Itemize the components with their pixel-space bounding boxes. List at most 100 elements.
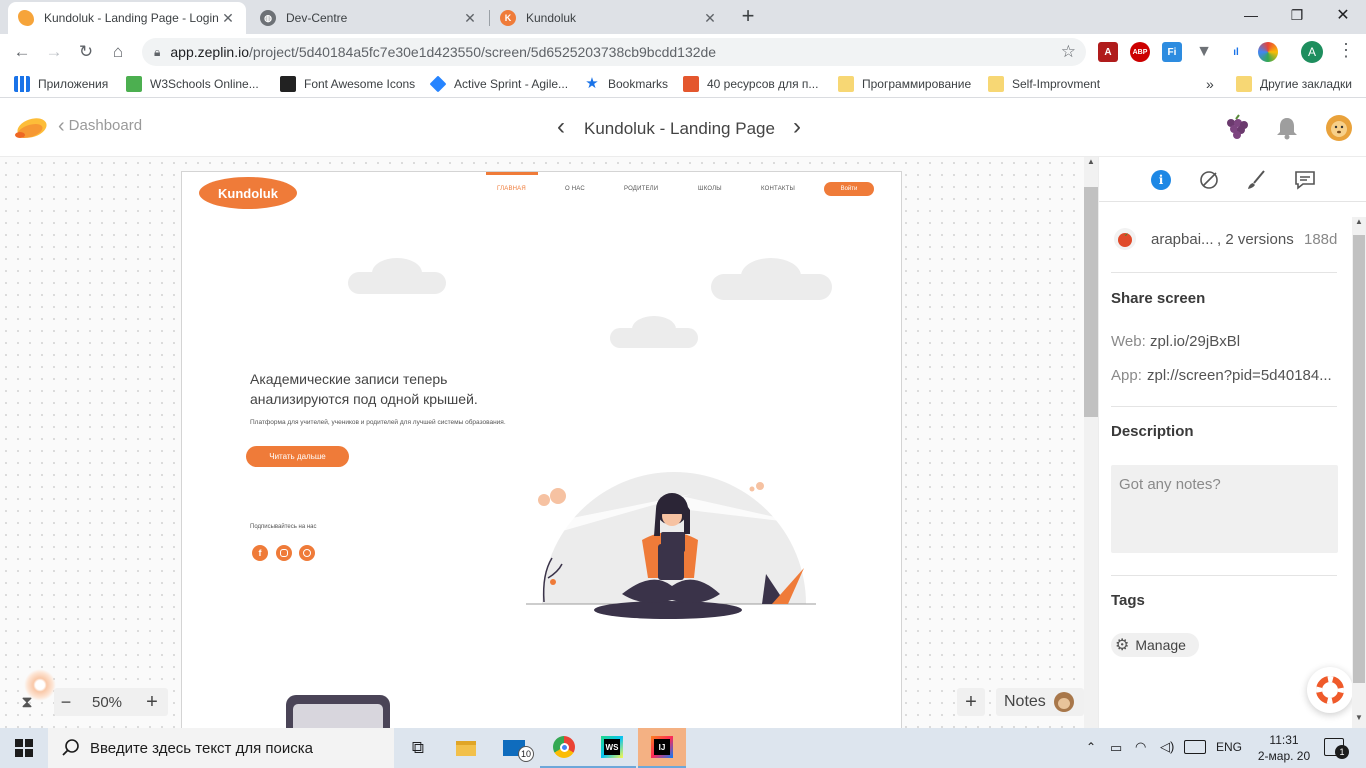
- forward-button[interactable]: →: [42, 40, 66, 64]
- bookmark-star-icon[interactable]: ☆: [1061, 42, 1076, 62]
- mail-icon[interactable]: 10: [490, 728, 538, 768]
- hero-headline-line2: анализируются под одной крышей.: [250, 391, 478, 407]
- instagram-icon[interactable]: [276, 545, 292, 561]
- maximize-button[interactable]: ❐: [1274, 0, 1320, 30]
- new-tab-button[interactable]: +: [736, 3, 760, 28]
- bookmark-40-resources[interactable]: 40 ресурсов для п...: [683, 75, 818, 93]
- scroll-down-icon[interactable]: ▼: [1352, 713, 1366, 723]
- webstorm-icon[interactable]: WS: [588, 728, 636, 768]
- lock-icon: 🔒︎: [154, 44, 161, 59]
- notification-bell-icon[interactable]: [1274, 115, 1300, 141]
- pdf-extension-icon[interactable]: A: [1098, 42, 1118, 62]
- file-explorer-icon[interactable]: [442, 728, 490, 768]
- profile-avatar[interactable]: A: [1301, 41, 1323, 63]
- lion-avatar-icon[interactable]: [1325, 114, 1353, 142]
- read-more-button[interactable]: Читать дальше: [246, 446, 349, 467]
- tray-overflow-icon[interactable]: ⌃: [1086, 740, 1096, 754]
- brush-tab-icon[interactable]: [1245, 169, 1267, 191]
- versions-link[interactable]: , 2 versions: [1217, 231, 1294, 248]
- close-icon[interactable]: ✕: [220, 10, 236, 27]
- help-button[interactable]: [1307, 667, 1353, 713]
- minimize-button[interactable]: —: [1228, 0, 1274, 30]
- action-center-icon[interactable]: 1: [1324, 738, 1349, 759]
- previous-screen-button[interactable]: ‹: [557, 113, 565, 141]
- bookmark-font-awesome[interactable]: Font Awesome Icons: [280, 75, 415, 93]
- tab-kundoluk-landing[interactable]: Kundoluk - Landing Page - Login ✕: [8, 2, 246, 34]
- hourglass-icon[interactable]: ⧗: [12, 688, 42, 718]
- scroll-up-icon[interactable]: ▲: [1352, 217, 1366, 227]
- panel-scrollbar[interactable]: ▲ ▼: [1352, 217, 1366, 728]
- tab-dev-centre[interactable]: ◍ Dev-Centre ✕: [250, 2, 488, 34]
- task-view-icon[interactable]: ⧉: [394, 728, 442, 768]
- back-button[interactable]: ←: [10, 40, 34, 64]
- color-extension-icon[interactable]: [1258, 42, 1278, 62]
- nav-parents[interactable]: РОДИТЕЛИ: [624, 186, 658, 192]
- keyboard-icon[interactable]: [1184, 740, 1206, 754]
- nav-about[interactable]: О НАС: [565, 186, 585, 192]
- fi-extension-icon[interactable]: Fi: [1162, 42, 1182, 62]
- app-link-value[interactable]: zpl://screen?pid=5d40184...: [1147, 367, 1332, 384]
- author-name[interactable]: arapbai...: [1151, 231, 1214, 248]
- intellij-icon[interactable]: IJ: [638, 728, 686, 768]
- monkey-icon: [1053, 692, 1074, 712]
- facebook-icon[interactable]: f: [252, 545, 268, 561]
- window-close-button[interactable]: ✕: [1320, 0, 1366, 30]
- grapes-icon[interactable]: [1222, 113, 1250, 141]
- chart-extension-icon[interactable]: ıl: [1226, 42, 1246, 62]
- scrollbar-thumb[interactable]: [1353, 235, 1365, 683]
- chrome-icon[interactable]: [540, 728, 588, 768]
- tab-title: Dev-Centre: [286, 11, 348, 25]
- login-button[interactable]: Войти: [824, 182, 874, 196]
- reload-button[interactable]: ↻: [74, 40, 98, 64]
- tab-kundoluk[interactable]: K Kundoluk ✕: [490, 2, 728, 34]
- dashboard-back-link[interactable]: ‹ Dashboard: [58, 116, 142, 136]
- scroll-up-icon[interactable]: ▲: [1084, 157, 1098, 166]
- zoom-in-button[interactable]: +: [136, 691, 168, 714]
- home-button[interactable]: ⌂: [106, 40, 130, 64]
- notes-toggle[interactable]: Notes: [996, 688, 1084, 716]
- nav-home[interactable]: ГЛАВНАЯ: [497, 186, 526, 192]
- whatsapp-icon[interactable]: [299, 545, 315, 561]
- address-bar[interactable]: 🔒︎ app.zeplin.io/project/5d40184a5fc7e30…: [142, 38, 1086, 66]
- zeplin-logo-icon[interactable]: [12, 115, 48, 143]
- taskbar-search[interactable]: Введите здесь текст для поиска: [48, 728, 394, 768]
- bookmark-folder-self-improvment[interactable]: Self-Improvment: [988, 75, 1100, 93]
- web-link-value[interactable]: zpl.io/29jBxBl: [1150, 333, 1240, 350]
- manage-tags-button[interactable]: ⚙ Manage: [1111, 633, 1199, 657]
- start-button[interactable]: [0, 728, 48, 768]
- canvas-scrollbar[interactable]: ▲: [1084, 157, 1098, 728]
- next-screen-button[interactable]: ›: [793, 113, 801, 141]
- bookmark-active-sprint[interactable]: Active Sprint - Agile...: [429, 75, 568, 93]
- description-heading: Description: [1111, 423, 1194, 440]
- artboard-landing-page[interactable]: Kundoluk ГЛАВНАЯ О НАС РОДИТЕЛИ ШКОЛЫ КО…: [181, 171, 902, 728]
- description-notes-field[interactable]: Got any notes?: [1111, 465, 1338, 553]
- kundoluk-logo[interactable]: Kundoluk: [199, 177, 297, 209]
- close-icon[interactable]: ✕: [702, 10, 718, 27]
- add-note-button[interactable]: +: [957, 688, 985, 716]
- screen-title: Kundoluk - Landing Page: [584, 119, 775, 138]
- nav-schools[interactable]: ШКОЛЫ: [698, 186, 722, 192]
- adblock-extension-icon[interactable]: ABP: [1130, 42, 1150, 62]
- bookmark-bookmarks[interactable]: ★ Bookmarks: [584, 75, 668, 93]
- battery-icon[interactable]: ▭: [1110, 740, 1122, 756]
- info-tab-icon[interactable]: i: [1151, 170, 1171, 190]
- bookmark-apps[interactable]: Приложения: [14, 75, 108, 93]
- vue-extension-icon[interactable]: ▼: [1194, 42, 1214, 62]
- styleguide-tab-icon[interactable]: [1198, 169, 1220, 191]
- nav-contacts[interactable]: КОНТАКТЫ: [761, 186, 795, 192]
- windows-logo-icon: [15, 739, 33, 757]
- language-indicator[interactable]: ENG: [1216, 740, 1242, 754]
- design-canvas[interactable]: Kundoluk ГЛАВНАЯ О НАС РОДИТЕЛИ ШКОЛЫ КО…: [0, 157, 1098, 728]
- scrollbar-thumb[interactable]: [1084, 187, 1098, 417]
- bookmarks-overflow-button[interactable]: »: [1206, 75, 1214, 93]
- bookmark-w3schools[interactable]: W3Schools Online...: [126, 75, 259, 93]
- bookmark-folder-programming[interactable]: Программирование: [838, 75, 971, 93]
- zoom-out-button[interactable]: −: [54, 692, 78, 713]
- volume-icon[interactable]: ◁): [1160, 739, 1174, 755]
- bookmark-other[interactable]: Другие закладки: [1236, 75, 1352, 93]
- menu-kebab-icon[interactable]: ⋮: [1336, 40, 1356, 64]
- clock[interactable]: 11:31 2-мар. 20: [1254, 732, 1314, 764]
- wifi-icon[interactable]: ◠: [1135, 739, 1146, 755]
- comments-tab-icon[interactable]: [1293, 169, 1317, 191]
- close-icon[interactable]: ✕: [462, 10, 478, 27]
